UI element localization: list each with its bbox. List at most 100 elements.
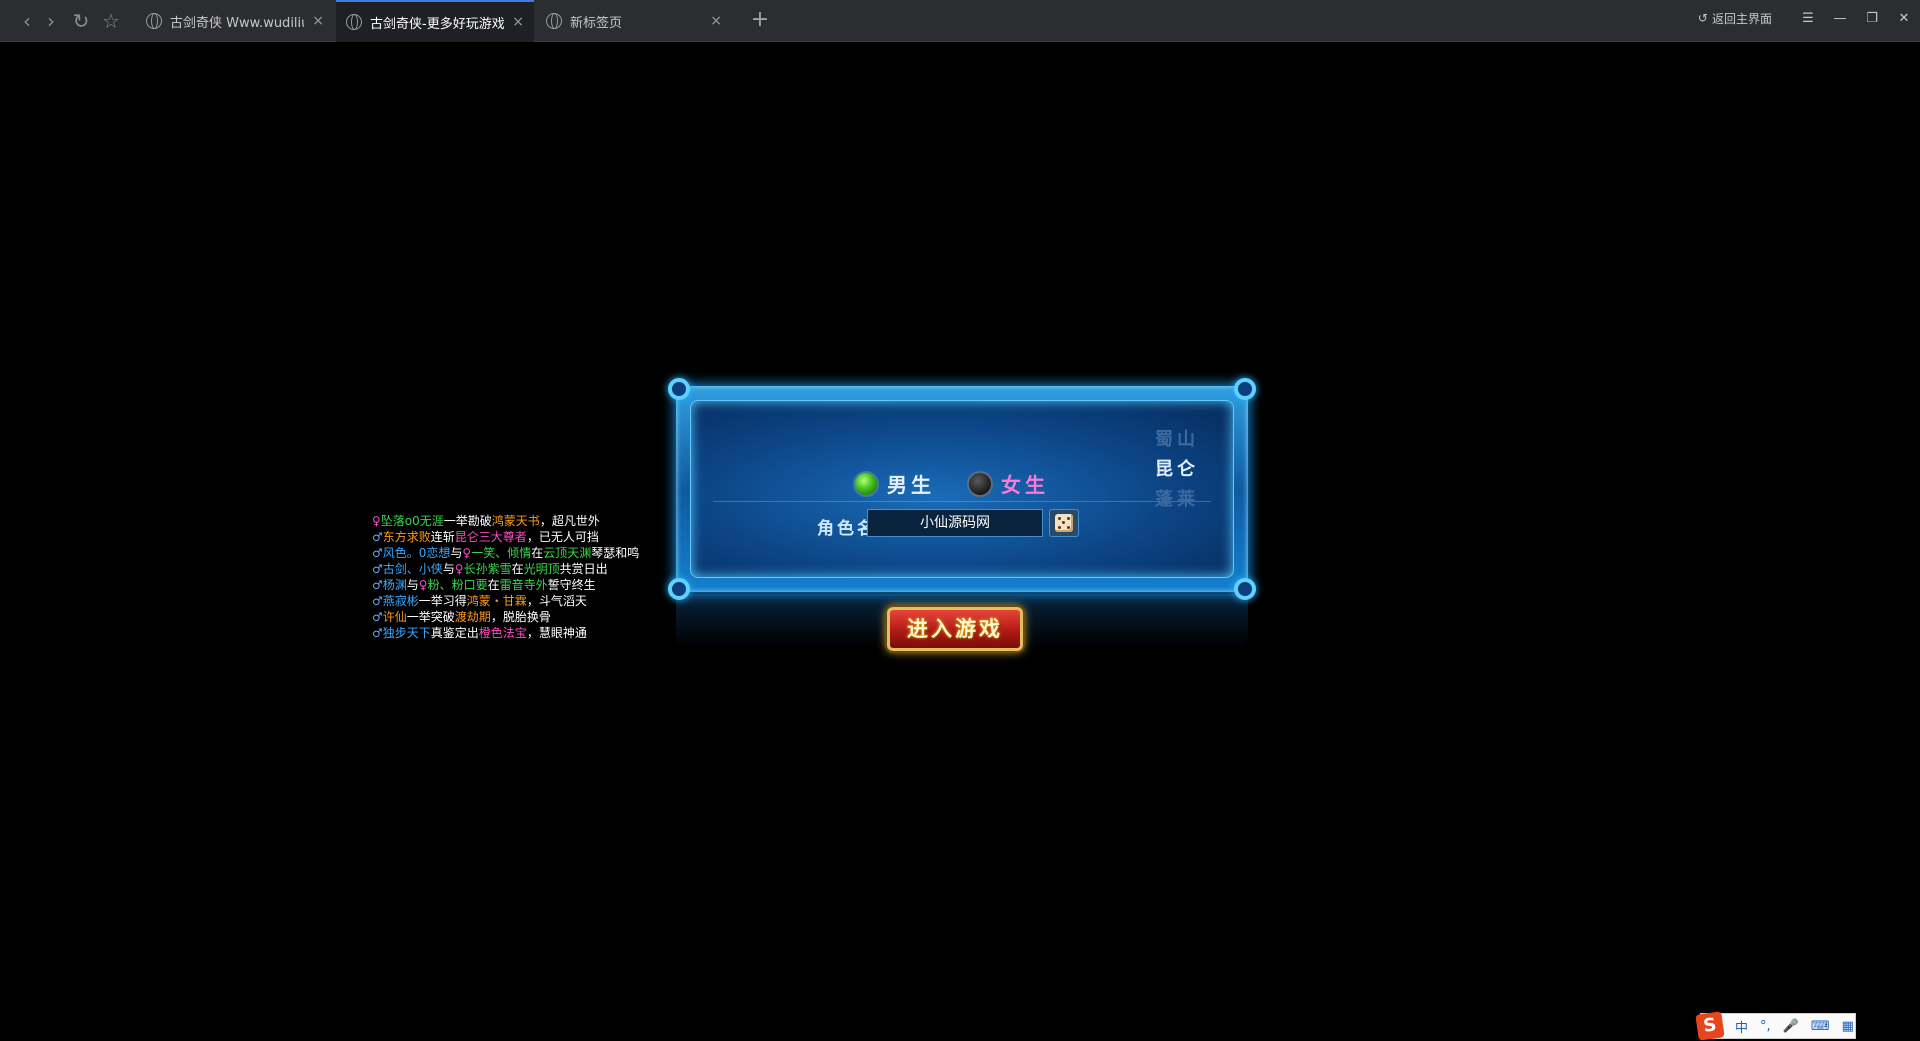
news-feed-segment: 连斩 xyxy=(430,530,455,544)
news-feed-segment: ，脱胎换骨 xyxy=(490,610,551,624)
forward-icon[interactable]: › xyxy=(38,8,64,34)
news-feed-segment: 与 xyxy=(442,562,455,576)
dice-icon xyxy=(1055,514,1073,532)
news-feed-segment: ♂ xyxy=(372,626,383,640)
tab-close-button[interactable]: × xyxy=(312,13,324,29)
sogou-logo-icon[interactable]: S xyxy=(1695,1011,1725,1041)
character-name-row: 角色名 小仙源码网 xyxy=(713,501,1211,541)
gender-female-option[interactable]: 女生 xyxy=(967,469,1049,498)
news-feed-segment: 一笑、倾情 xyxy=(471,546,532,560)
sect-penglai[interactable]: 蓬莱 xyxy=(1155,485,1199,511)
tab-close-button[interactable]: × xyxy=(710,13,722,29)
news-feed-segment: 誓守终生 xyxy=(547,578,596,592)
close-window-button[interactable]: ✕ xyxy=(1888,11,1920,26)
menu-icon[interactable]: ☰ xyxy=(1792,11,1824,26)
tab-title: 古剑奇侠-更多好玩游戏-... xyxy=(370,16,505,32)
new-tab-button[interactable]: + xyxy=(748,8,772,32)
globe-icon xyxy=(146,13,162,29)
news-feed-segment: 古剑、小侠 xyxy=(382,562,443,576)
tab-wudiliu[interactable]: 古剑奇侠 Www.wudiliu.... × xyxy=(136,0,334,42)
favorite-star-icon[interactable]: ☆ xyxy=(98,8,124,34)
news-feed-line: ♂燕寂彬一举习得鸿蒙・甘霖，斗气滔天 xyxy=(372,593,639,609)
news-feed-segment: 风色。0恋想 xyxy=(382,546,451,560)
toolbox-icon[interactable]: ▦ xyxy=(1842,1019,1854,1034)
news-feed-segment: ，已无人可挡 xyxy=(526,530,599,544)
browser-toolbar: ‹ › ↻ ☆ 古剑奇侠 Www.wudiliu.... × 古剑奇侠-更多好玩… xyxy=(0,0,1920,42)
keyboard-icon[interactable]: ⌨ xyxy=(1811,1019,1830,1034)
enter-game-button[interactable]: 进入游戏 xyxy=(887,607,1023,651)
ime-toolbar: S 中 °, 🎤 ⌨ ▦ xyxy=(1695,1011,1856,1041)
news-feed-segment: 鸿蒙・甘霖 xyxy=(466,594,527,608)
male-label: 男生 xyxy=(887,473,935,497)
news-feed-segment: 一举习得 xyxy=(418,594,467,608)
character-creation-panel: 男生 女生 角色名 小仙源码网 蜀山 昆仑 蓬莱 xyxy=(668,378,1256,600)
minimize-button[interactable]: — xyxy=(1824,11,1856,26)
news-feed-segment: ♂ xyxy=(372,578,383,592)
corner-ornament xyxy=(668,578,690,600)
corner-ornament xyxy=(1234,378,1256,400)
server-news-feed: ♀坠落o0无涯一举勘破鸿蒙天书，超凡世外 ♂东方求败连斩昆仑三大尊者，已无人可挡 ♂… xyxy=(372,513,639,641)
tab-gujian-active[interactable]: 古剑奇侠-更多好玩游戏-... × xyxy=(336,0,534,42)
news-feed-segment: ♂ xyxy=(372,610,383,624)
news-feed-segment: 长孙紫雪 xyxy=(463,562,512,576)
news-feed-segment: 杨渊 xyxy=(382,578,407,592)
news-feed-segment: 光明顶 xyxy=(523,562,560,576)
globe-icon xyxy=(546,13,562,29)
character-name-input[interactable]: 小仙源码网 xyxy=(867,509,1043,537)
radio-unselected-icon xyxy=(967,470,993,497)
tab-title: 新标签页 xyxy=(570,15,623,31)
news-feed-line: ♂杨渊与♀粉、粉口要在雷音寺外誓守终生 xyxy=(372,577,639,593)
news-feed-segment: ♂ xyxy=(372,546,383,560)
globe-icon xyxy=(346,14,362,30)
tab-new-tab[interactable]: 新标签页 × xyxy=(536,0,732,42)
news-feed-line: ♂许仙一举突破渡劫期，脱胎换骨 xyxy=(372,609,639,625)
news-feed-segment: 独步天下 xyxy=(382,626,431,640)
news-feed-segment: 昆仑三大尊者 xyxy=(454,530,527,544)
corner-ornament xyxy=(1234,578,1256,600)
news-feed-segment: 共赏日出 xyxy=(559,562,608,576)
reload-icon[interactable]: ↻ xyxy=(68,8,94,34)
news-feed-segment: 云顶天渊 xyxy=(543,546,592,560)
back-home-button[interactable]: ↺ 返回主界面 xyxy=(1698,10,1772,27)
news-feed-segment: 真鉴定出 xyxy=(430,626,479,640)
radio-selected-icon xyxy=(853,470,879,497)
corner-ornament xyxy=(668,378,690,400)
sect-kunlun[interactable]: 昆仑 xyxy=(1155,455,1199,481)
news-feed-segment: ，超凡世外 xyxy=(539,514,600,528)
microphone-icon[interactable]: 🎤 xyxy=(1783,1019,1799,1034)
random-name-dice-button[interactable] xyxy=(1049,509,1079,537)
tab-close-button[interactable]: × xyxy=(512,14,524,30)
news-feed-segment: 在 xyxy=(531,546,544,560)
undo-icon: ↺ xyxy=(1697,11,1708,25)
news-feed-segment: ♀ xyxy=(372,514,381,528)
news-feed-segment: 雷音寺外 xyxy=(499,578,548,592)
ime-punctuation-toggle[interactable]: °, xyxy=(1760,1019,1771,1034)
news-feed-segment: ，慧眼神通 xyxy=(526,626,587,640)
sect-shushan[interactable]: 蜀山 xyxy=(1155,425,1199,451)
news-feed-line: ♀坠落o0无涯一举勘破鸿蒙天书，超凡世外 xyxy=(372,513,639,529)
panel-inner: 男生 女生 角色名 小仙源码网 蜀山 昆仑 蓬莱 xyxy=(690,400,1234,578)
news-feed-segment: 与 xyxy=(450,546,463,560)
news-feed-segment: ♂ xyxy=(372,594,383,608)
news-feed-segment: ♂ xyxy=(372,530,383,544)
back-icon[interactable]: ‹ xyxy=(14,8,40,34)
female-label: 女生 xyxy=(1001,473,1049,497)
news-feed-segment: 琴瑟和鸣 xyxy=(591,546,640,560)
back-home-label: 返回主界面 xyxy=(1711,11,1772,26)
news-feed-segment: 燕寂彬 xyxy=(382,594,419,608)
news-feed-line: ♂风色。0恋想与♀一笑、倾情在云顶天渊琴瑟和鸣 xyxy=(372,545,639,561)
tab-title: 古剑奇侠 Www.wudiliu.... xyxy=(170,15,304,31)
news-feed-line: ♂东方求败连斩昆仑三大尊者，已无人可挡 xyxy=(372,529,639,545)
news-feed-segment: 坠落o0无涯 xyxy=(380,514,444,528)
news-feed-segment: 粉、粉口要 xyxy=(427,578,488,592)
news-feed-segment: 与 xyxy=(406,578,419,592)
news-feed-segment: 渡劫期 xyxy=(454,610,491,624)
news-feed-line: ♂古剑、小侠与♀长孙紫雪在光明顶共赏日出 xyxy=(372,561,639,577)
news-feed-segment: ♀ xyxy=(418,578,428,592)
news-feed-segment: 橙色法宝 xyxy=(478,626,527,640)
ime-language-toggle[interactable]: 中 xyxy=(1735,1017,1748,1036)
news-feed-segment: ♀ xyxy=(454,562,464,576)
gender-male-option[interactable]: 男生 xyxy=(853,469,935,498)
restore-button[interactable]: ❐ xyxy=(1856,11,1888,26)
news-feed-segment: 一举勘破 xyxy=(443,514,492,528)
